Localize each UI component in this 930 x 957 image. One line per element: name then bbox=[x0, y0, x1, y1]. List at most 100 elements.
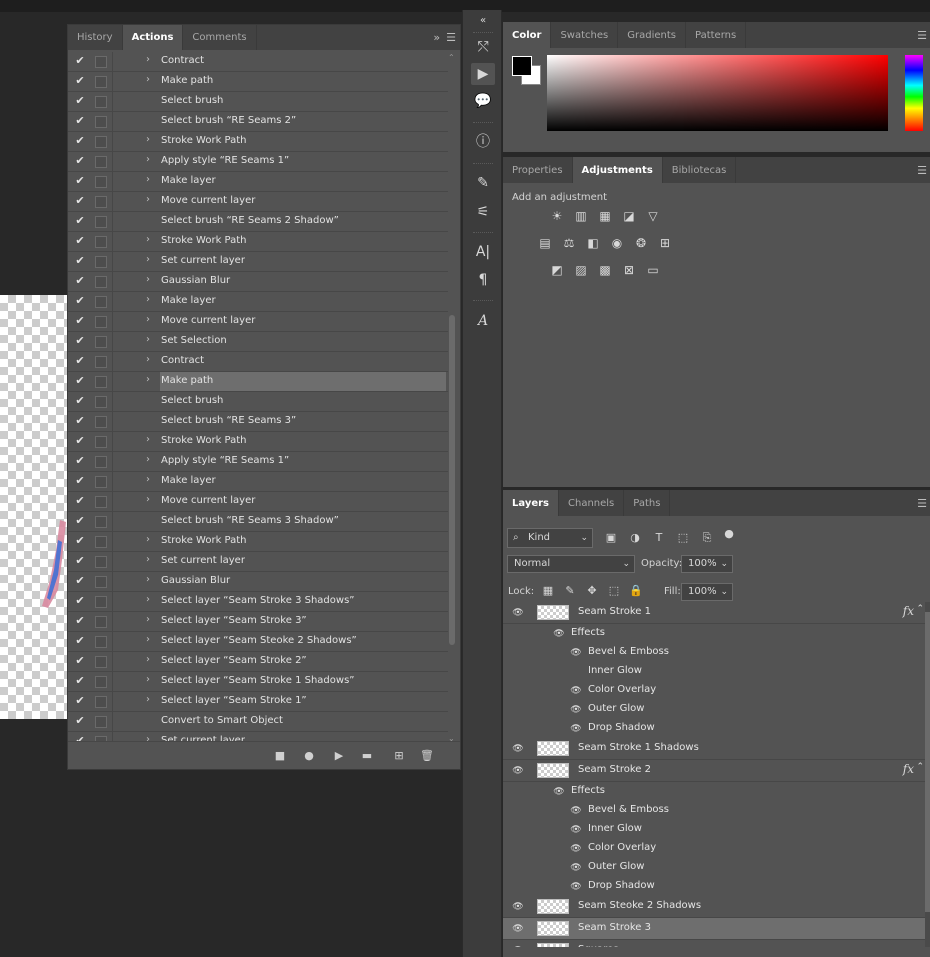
chevron-right-icon[interactable]: › bbox=[146, 174, 156, 185]
paragraph-icon[interactable]: ¶ bbox=[471, 269, 495, 291]
tab-bibliotecas[interactable]: Bibliotecas bbox=[663, 157, 737, 183]
hamburger-menu-icon[interactable]: ☰ bbox=[917, 497, 927, 510]
action-row[interactable]: ✔ Convert to Smart Object bbox=[68, 712, 448, 732]
checkmark-icon[interactable]: ✔ bbox=[73, 74, 87, 88]
chevron-right-icon[interactable]: › bbox=[146, 434, 156, 445]
action-row[interactable]: ✔ › Select layer “Seam Stroke 3 Shadows” bbox=[68, 592, 448, 612]
action-row[interactable]: ✔ › Select layer “Seam Stroke 1 Shadows” bbox=[68, 672, 448, 692]
dialog-toggle-box[interactable] bbox=[95, 376, 107, 388]
checkmark-icon[interactable]: ✔ bbox=[73, 714, 87, 728]
opacity-field[interactable]: 100% ⌄ bbox=[681, 555, 733, 573]
action-row[interactable]: ✔ › Select layer “Seam Steoke 2 Shadows” bbox=[68, 632, 448, 652]
chevron-right-icon[interactable]: › bbox=[146, 574, 156, 585]
lock-artboard-icon[interactable]: ⬚ bbox=[607, 584, 621, 598]
dialog-toggle-box[interactable] bbox=[95, 556, 107, 568]
fx-icon[interactable]: fx bbox=[903, 604, 914, 618]
chevron-right-icon[interactable]: › bbox=[146, 694, 156, 705]
action-row[interactable]: ✔ › Make layer bbox=[68, 172, 448, 192]
chevron-right-icon[interactable]: › bbox=[146, 134, 156, 145]
fx-icon[interactable]: fx bbox=[903, 762, 914, 776]
checkmark-icon[interactable]: ✔ bbox=[73, 614, 87, 628]
chevron-right-icon[interactable]: › bbox=[146, 54, 156, 65]
effect-row[interactable]: 👁 Color Overlay bbox=[503, 681, 926, 700]
dialog-toggle-box[interactable] bbox=[95, 56, 107, 68]
action-row[interactable]: ✔ Select brush bbox=[68, 92, 448, 112]
action-row[interactable]: ✔ › Contract bbox=[68, 352, 448, 372]
chevron-right-icon[interactable]: › bbox=[146, 634, 156, 645]
shape-filter-icon[interactable]: ⬚ bbox=[675, 530, 691, 546]
tab-adjustments[interactable]: Adjustments bbox=[572, 157, 663, 183]
layer-row[interactable]: 👁 Squares bbox=[503, 940, 926, 947]
scrollbar-thumb[interactable] bbox=[449, 315, 455, 645]
action-row[interactable]: ✔ › Stroke Work Path bbox=[68, 132, 448, 152]
checkmark-icon[interactable]: ✔ bbox=[73, 494, 87, 508]
chevron-right-icon[interactable]: › bbox=[146, 354, 156, 365]
checkmark-icon[interactable]: ✔ bbox=[73, 354, 87, 368]
dialog-toggle-box[interactable] bbox=[95, 476, 107, 488]
chevron-right-icon[interactable]: › bbox=[146, 274, 156, 285]
lock-transparent-pixels-icon[interactable]: ▦ bbox=[541, 584, 555, 598]
dialog-toggle-box[interactable] bbox=[95, 76, 107, 88]
eye-icon[interactable]: 👁 bbox=[511, 743, 525, 755]
chevron-right-icon[interactable]: › bbox=[146, 554, 156, 565]
tab-paths[interactable]: Paths bbox=[624, 490, 671, 516]
eye-icon[interactable]: 👁 bbox=[569, 647, 583, 659]
tab-history[interactable]: History bbox=[68, 25, 123, 50]
chevron-right-icon[interactable]: › bbox=[146, 74, 156, 85]
checkmark-icon[interactable]: ✔ bbox=[73, 434, 87, 448]
layers-scrollbar[interactable] bbox=[925, 602, 930, 947]
double-chevron-left-icon[interactable]: « bbox=[471, 10, 495, 32]
dialog-toggle-box[interactable] bbox=[95, 676, 107, 688]
eye-icon[interactable]: 👁 bbox=[569, 824, 583, 836]
tab-actions[interactable]: Actions bbox=[122, 25, 184, 50]
layer-row[interactable]: 👁 Seam Stroke 1 Shadows bbox=[503, 738, 926, 760]
stop-icon[interactable]: ■ bbox=[272, 748, 288, 764]
action-row[interactable]: ✔ › Set current layer bbox=[68, 252, 448, 272]
eye-icon[interactable]: 👁 bbox=[569, 723, 583, 735]
channel-mixer-icon[interactable]: ❂ bbox=[633, 236, 649, 250]
checkmark-icon[interactable]: ✔ bbox=[73, 594, 87, 608]
checkmark-icon[interactable]: ✔ bbox=[73, 274, 87, 288]
action-row[interactable]: ✔ › Make path bbox=[68, 372, 448, 392]
action-row[interactable]: ✔ › Stroke Work Path bbox=[68, 532, 448, 552]
lock-all-icon[interactable]: 🔒 bbox=[629, 584, 643, 598]
dialog-toggle-box[interactable] bbox=[95, 256, 107, 268]
hamburger-menu-icon[interactable]: ☰ bbox=[917, 29, 927, 42]
checkmark-icon[interactable]: ✔ bbox=[73, 694, 87, 708]
action-row[interactable]: ✔ Select brush “RE Seams 2 Shadow” bbox=[68, 212, 448, 232]
hue-saturation-icon[interactable]: ▤ bbox=[537, 236, 553, 250]
chevron-right-icon[interactable]: › bbox=[146, 234, 156, 245]
checkmark-icon[interactable]: ✔ bbox=[73, 334, 87, 348]
foreground-color-swatch[interactable] bbox=[512, 56, 532, 76]
posterize-icon[interactable]: ▨ bbox=[573, 263, 589, 277]
lock-image-pixels-icon[interactable]: ✎ bbox=[563, 584, 577, 598]
brush-settings-icon[interactable]: ⚟ bbox=[471, 201, 495, 223]
effect-row[interactable]: 👁 Drop Shadow bbox=[503, 877, 926, 896]
checkmark-icon[interactable]: ✔ bbox=[73, 534, 87, 548]
dialog-toggle-box[interactable] bbox=[95, 316, 107, 328]
dialog-toggle-box[interactable] bbox=[95, 416, 107, 428]
new-set-folder-icon[interactable]: ▬ bbox=[359, 748, 375, 764]
checkmark-icon[interactable]: ✔ bbox=[73, 314, 87, 328]
checkmark-icon[interactable]: ✔ bbox=[73, 394, 87, 408]
dialog-toggle-box[interactable] bbox=[95, 96, 107, 108]
eye-icon[interactable]: 👁 bbox=[552, 628, 566, 640]
checkmark-icon[interactable]: ✔ bbox=[73, 94, 87, 108]
dialog-toggle-box[interactable] bbox=[95, 176, 107, 188]
dialog-toggle-box[interactable] bbox=[95, 536, 107, 548]
checkmark-icon[interactable]: ✔ bbox=[73, 134, 87, 148]
dialog-toggle-box[interactable] bbox=[95, 116, 107, 128]
chevron-right-icon[interactable]: › bbox=[146, 334, 156, 345]
selective-color-icon[interactable]: ⊠ bbox=[621, 263, 637, 277]
chevron-right-icon[interactable]: › bbox=[146, 374, 156, 385]
eye-icon[interactable]: 👁 bbox=[569, 704, 583, 716]
chevron-right-icon[interactable]: › bbox=[146, 294, 156, 305]
eye-icon[interactable]: 👁 bbox=[569, 805, 583, 817]
dialog-toggle-box[interactable] bbox=[95, 356, 107, 368]
action-row[interactable]: ✔ › Move current layer bbox=[68, 312, 448, 332]
layer-row[interactable]: 👁 Seam Stroke 3 bbox=[503, 918, 926, 940]
dialog-toggle-box[interactable] bbox=[95, 396, 107, 408]
dialog-toggle-box[interactable] bbox=[95, 336, 107, 348]
tab-properties[interactable]: Properties bbox=[503, 157, 573, 183]
scroll-up-icon[interactable]: ⌃ bbox=[448, 53, 455, 62]
